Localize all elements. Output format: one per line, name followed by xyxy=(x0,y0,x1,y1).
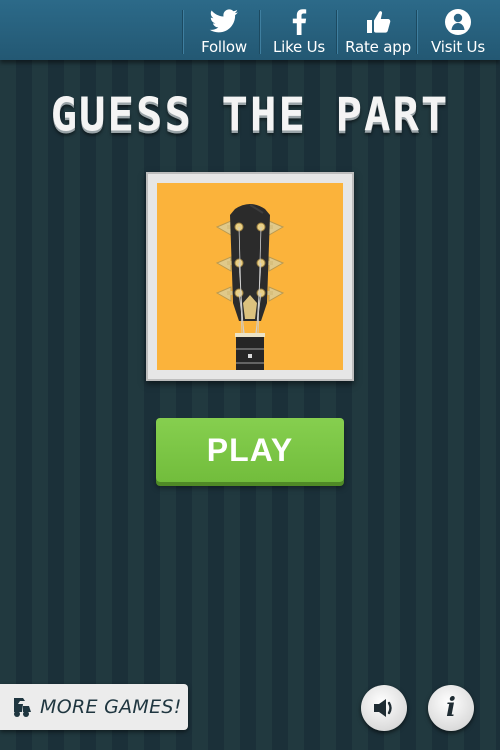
twitter-icon xyxy=(209,7,239,37)
info-icon: i xyxy=(446,693,456,723)
follow-button[interactable]: Follow xyxy=(188,0,260,60)
speaker-icon xyxy=(372,697,396,719)
more-games-label: MORE GAMES! xyxy=(40,696,182,718)
thumbs-up-icon xyxy=(365,7,391,37)
topbar-divider xyxy=(336,10,338,54)
rate-app-label: Rate app xyxy=(345,38,411,56)
more-games-button[interactable]: MORE GAMES! xyxy=(0,684,188,730)
topbar-divider xyxy=(182,10,184,54)
follow-label: Follow xyxy=(201,38,247,56)
rate-app-button[interactable]: Rate app xyxy=(339,0,417,60)
more-games-icon xyxy=(12,696,32,718)
top-bar: Follow Like Us Rate app Visit Us xyxy=(0,0,500,60)
game-title: GUESS THE PART xyxy=(50,88,450,143)
play-button[interactable]: PLAY xyxy=(156,418,344,482)
like-us-button[interactable]: Like Us xyxy=(262,0,336,60)
topbar-divider xyxy=(259,10,261,54)
visit-us-button[interactable]: Visit Us xyxy=(420,0,496,60)
sound-button[interactable] xyxy=(361,685,407,731)
guitar-headstock-icon xyxy=(157,183,343,370)
puzzle-image-frame xyxy=(146,172,354,381)
visit-us-label: Visit Us xyxy=(431,38,485,56)
puzzle-image xyxy=(157,183,343,370)
person-icon xyxy=(444,7,472,37)
info-button[interactable]: i xyxy=(428,685,474,731)
topbar-divider xyxy=(416,10,418,54)
facebook-icon xyxy=(291,7,307,37)
like-us-label: Like Us xyxy=(272,38,326,56)
